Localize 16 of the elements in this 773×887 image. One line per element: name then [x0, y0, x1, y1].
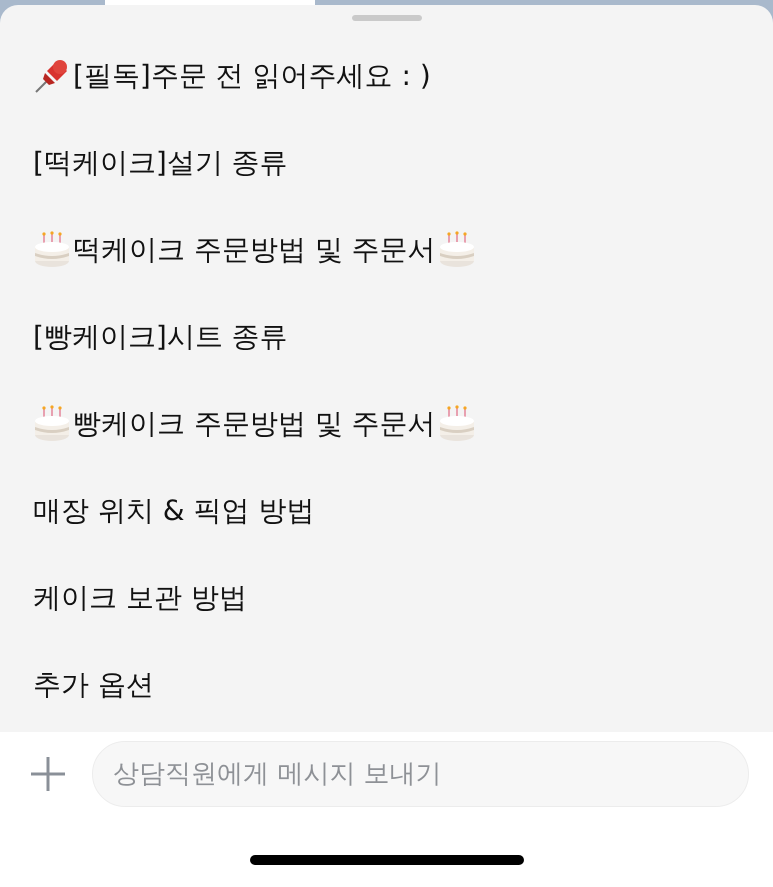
cake-icon	[33, 404, 71, 442]
home-indicator[interactable]	[250, 855, 524, 865]
menu-item[interactable]: [떡케이크]설기 종류	[33, 144, 288, 182]
menu-item[interactable]: 빵케이크 주문방법 및 주문서	[33, 404, 476, 442]
cake-icon	[438, 404, 476, 442]
message-field[interactable]: 상담직원에게 메시지 보내기	[92, 741, 749, 807]
cake-icon	[33, 230, 71, 268]
cake-icon	[438, 230, 476, 268]
plus-icon[interactable]	[30, 756, 66, 792]
menu-item[interactable]: 추가 옵션	[33, 666, 154, 704]
menu-item[interactable]: 케이크 보관 방법	[33, 578, 247, 616]
menu-item[interactable]: 떡케이크 주문방법 및 주문서	[33, 230, 476, 268]
menu-item[interactable]: 매장 위치 & 픽업 방법	[33, 492, 314, 530]
menu-item[interactable]: [필독]주문 전 읽어주세요 : )	[33, 56, 431, 94]
menu-item[interactable]: [빵케이크]시트 종류	[33, 318, 288, 356]
drag-handle[interactable]	[352, 15, 422, 21]
